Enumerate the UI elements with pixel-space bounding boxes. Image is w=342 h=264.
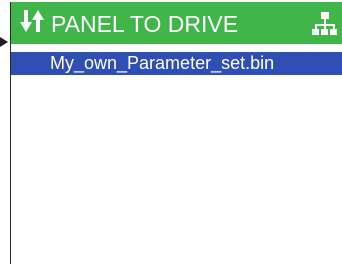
panel-screen: PANEL TO DRIVE My_own_Parameter_set.bin (0, 0, 342, 264)
scroll-pointer-icon (0, 37, 8, 47)
network-tree-icon[interactable] (312, 10, 338, 38)
list-item[interactable]: My_own_Parameter_set.bin (11, 52, 342, 75)
title-bar: PANEL TO DRIVE (11, 2, 342, 44)
file-list: My_own_Parameter_set.bin (11, 52, 342, 75)
transfer-arrows-icon (20, 10, 44, 32)
page-title: PANEL TO DRIVE (51, 11, 239, 37)
panel-frame: PANEL TO DRIVE My_own_Parameter_set.bin (10, 2, 342, 264)
